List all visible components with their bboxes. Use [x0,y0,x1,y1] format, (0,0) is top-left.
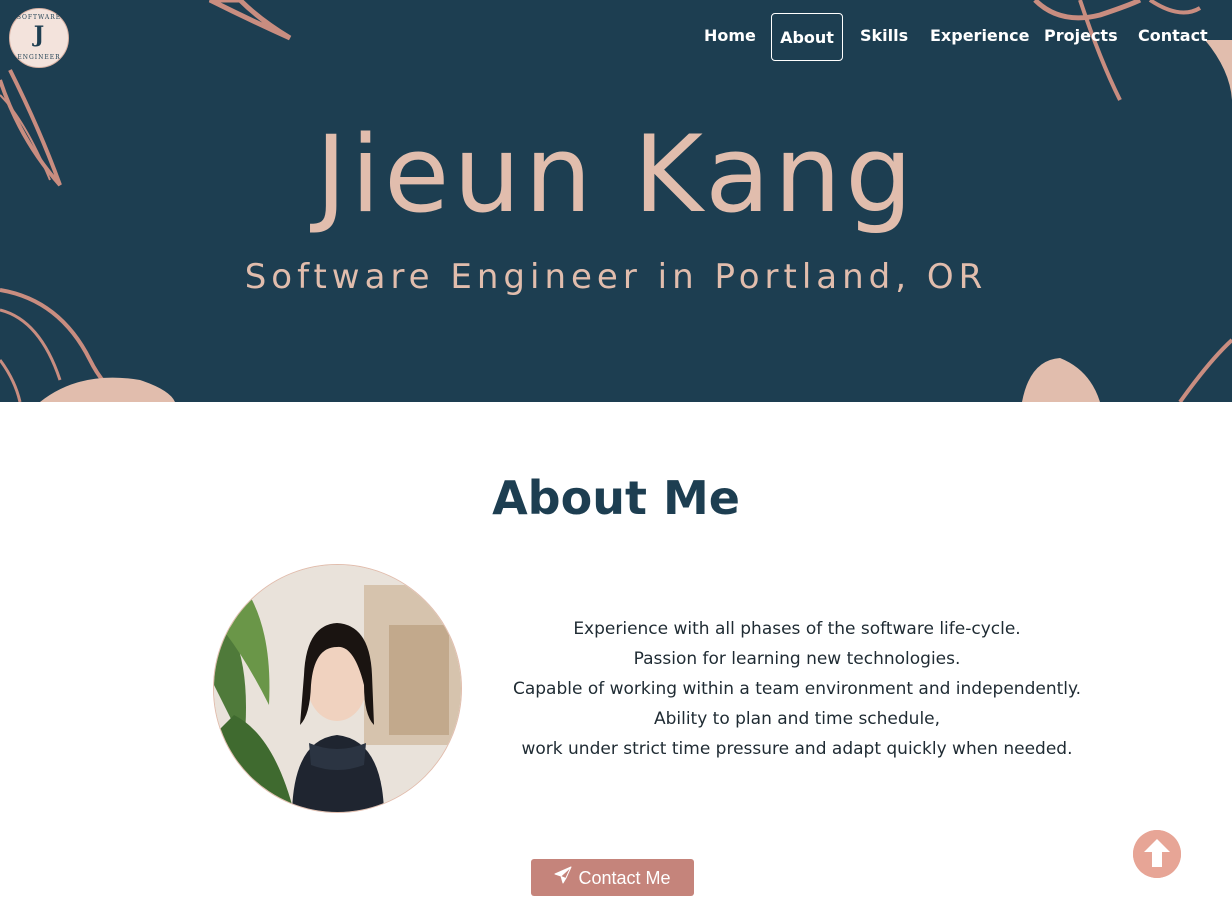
about-line: work under strict time pressure and adap… [521,739,1073,759]
nav-skills[interactable]: Skills [860,13,908,59]
site-logo[interactable]: SOFTWARE J ENGINEER [9,8,69,68]
contact-me-label: Contact Me [578,867,671,888]
nav-experience[interactable]: Experience [930,13,1030,59]
hero-banner: SOFTWARE J ENGINEER Home About Skills Ex… [0,0,1232,402]
nav-projects[interactable]: Projects [1044,13,1118,59]
nav-home[interactable]: Home [704,13,756,59]
nav-about[interactable]: About [771,13,843,61]
paper-plane-icon [554,860,572,897]
profile-illustration [214,565,461,812]
back-to-top-button[interactable] [1133,830,1181,878]
about-heading: About Me [492,471,740,525]
about-line: Capable of working within a team environ… [512,679,1082,699]
about-description: Experience with all phases of the softwa… [487,614,1107,764]
logo-ring-bottom: ENGINEER [17,54,61,61]
logo-letter: J [33,22,45,48]
arrow-up-circle-icon [1133,830,1181,878]
contact-me-button[interactable]: Contact Me [531,859,694,896]
hero-subtitle: Software Engineer in Portland, OR [244,257,988,297]
about-line: Experience with all phases of the softwa… [573,619,1021,639]
hero-title: Jieun Kang [315,113,917,236]
about-line: Passion for learning new technologies. [633,649,961,669]
nav-contact[interactable]: Contact [1138,13,1208,59]
logo-ring-top: SOFTWARE [16,14,62,21]
profile-photo [213,564,462,813]
about-line: Ability to plan and time schedule, [653,709,941,729]
